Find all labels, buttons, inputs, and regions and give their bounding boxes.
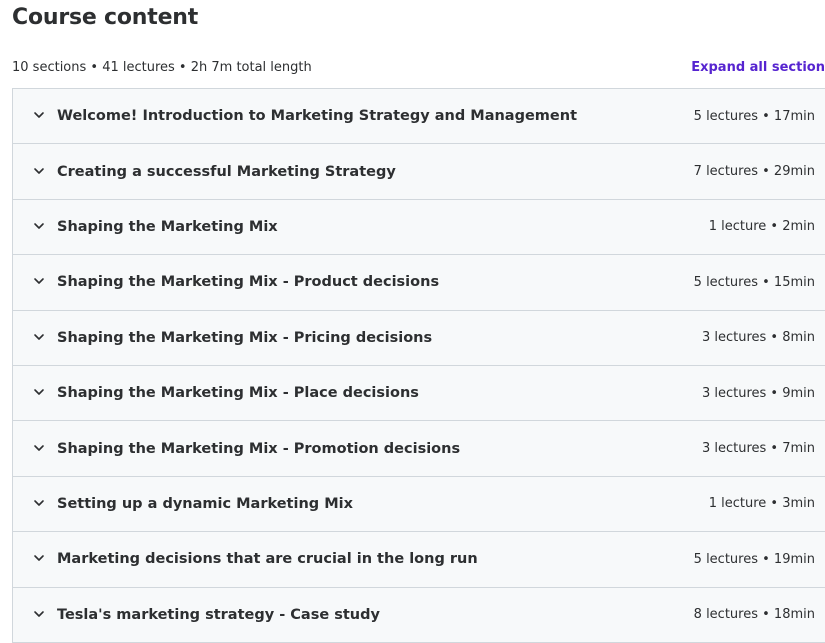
chevron-down-icon [33,331,45,343]
chevron-down-icon [33,165,45,177]
course-summary-row: 10 sections • 41 lectures • 2h 7m total … [12,58,825,78]
section-panel[interactable]: Setting up a dynamic Marketing Mix 1 lec… [13,476,825,533]
section-panel[interactable]: Shaping the Marketing Mix - Product deci… [13,255,825,311]
section-title: Marketing decisions that are crucial in … [57,551,478,568]
course-summary: 10 sections • 41 lectures • 2h 7m total … [12,60,312,75]
section-panel[interactable]: Welcome! Introduction to Marketing Strat… [13,89,825,145]
page-title: Course content [12,5,199,30]
section-meta: 1 lecture • 3min [708,496,815,512]
section-title: Shaping the Marketing Mix - Place decisi… [57,385,419,402]
chevron-down-icon [33,275,45,287]
section-meta: 1 lecture • 2min [708,219,815,235]
chevron-down-icon [33,608,45,620]
section-panel[interactable]: Shaping the Marketing Mix - Pricing deci… [13,310,825,366]
section-panel[interactable]: Creating a successful Marketing Strategy… [13,144,825,200]
section-title: Setting up a dynamic Marketing Mix [57,495,353,512]
section-panel[interactable]: Shaping the Marketing Mix 1 lecture • 2m… [13,199,825,256]
section-title: Welcome! Introduction to Marketing Strat… [57,108,578,125]
expand-all-button[interactable]: Expand all section [691,58,825,78]
section-panel[interactable]: Shaping the Marketing Mix - Promotion de… [13,421,825,477]
chevron-down-icon [33,552,45,564]
chevron-down-icon [33,497,45,509]
section-meta: 3 lectures • 8min [701,330,815,346]
section-title: Shaping the Marketing Mix - Promotion de… [57,440,461,457]
section-title: Tesla's marketing strategy - Case study [57,606,380,623]
section-panel[interactable]: Shaping the Marketing Mix - Place decisi… [13,365,825,422]
chevron-down-icon [33,109,45,121]
chevron-down-icon [33,442,45,454]
chevron-down-icon [33,220,45,232]
section-meta: 3 lectures • 7min [701,441,815,457]
section-title: Shaping the Marketing Mix - Pricing deci… [57,329,433,346]
section-panel[interactable]: Marketing decisions that are crucial in … [13,532,825,588]
section-meta: 5 lectures • 17min [693,108,815,124]
section-title: Shaping the Marketing Mix - Product deci… [57,274,440,291]
section-panel[interactable]: Tesla's marketing strategy - Case study … [13,587,825,643]
section-meta: 7 lectures • 29min [693,164,815,180]
section-meta: 8 lectures • 18min [693,607,815,623]
section-meta: 3 lectures • 9min [701,385,815,401]
section-title: Creating a successful Marketing Strategy [57,163,396,180]
section-meta: 5 lectures • 15min [693,274,815,290]
chevron-down-icon [33,386,45,398]
section-list: Welcome! Introduction to Marketing Strat… [12,88,825,643]
section-meta: 5 lectures • 19min [693,551,815,567]
section-title: Shaping the Marketing Mix [57,218,278,235]
